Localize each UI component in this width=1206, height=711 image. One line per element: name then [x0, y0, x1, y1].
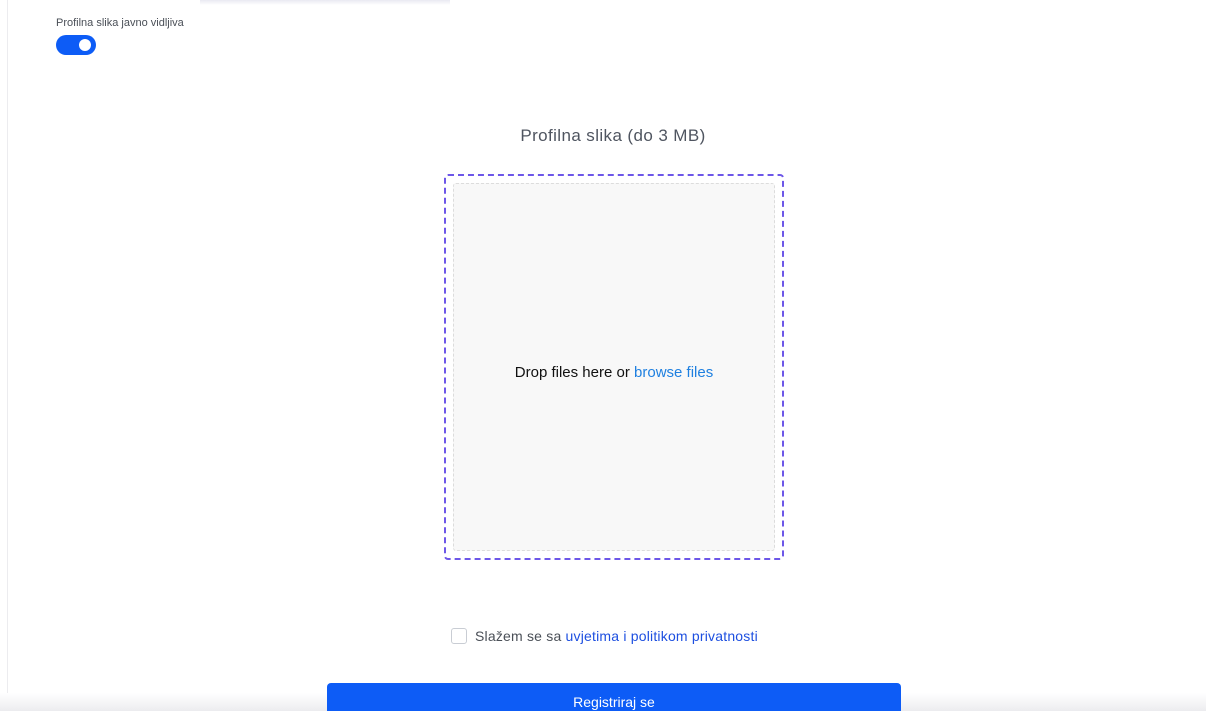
terms-text: Slažem se sa uvjetima i politikom privat… — [475, 628, 758, 644]
terms-prefix: Slažem se sa — [475, 628, 562, 644]
toggle-knob — [79, 39, 91, 51]
profile-visibility-toggle[interactable] — [56, 35, 96, 55]
terms-row: Slažem se sa uvjetima i politikom privat… — [451, 626, 758, 646]
register-button[interactable]: Registriraj se — [327, 683, 901, 711]
terms-link[interactable]: uvjetima i politikom privatnosti — [566, 628, 758, 644]
profile-visibility-label: Profilna slika javno vidljiva — [56, 17, 184, 29]
terms-checkbox[interactable] — [451, 628, 467, 644]
file-dropzone[interactable]: Drop files here or browse files — [444, 174, 784, 560]
drop-instructions: Drop files here or browse files — [454, 364, 774, 381]
upload-title: Profilna slika (do 3 MB) — [520, 126, 706, 145]
drop-text: Drop files here or — [514, 364, 630, 381]
browse-files-link[interactable]: browse files — [634, 364, 713, 381]
page-left-border — [7, 0, 8, 711]
dropzone-inner: Drop files here or browse files — [453, 183, 775, 551]
header-image-edge — [200, 0, 450, 5]
